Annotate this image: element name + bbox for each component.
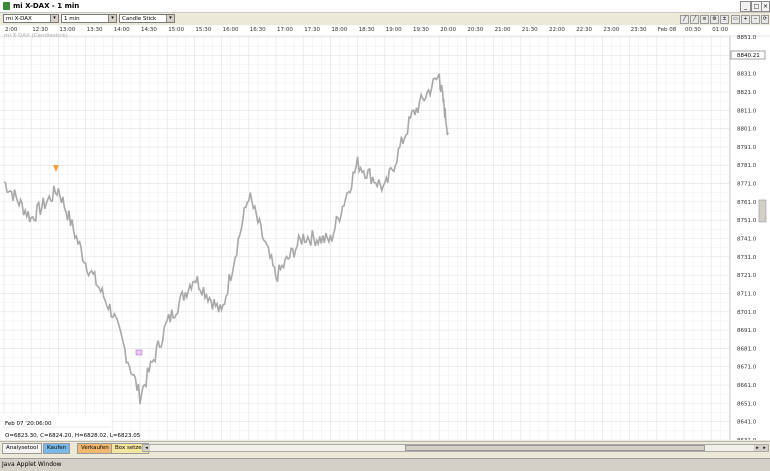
chevron-down-icon[interactable]: ▾: [166, 15, 174, 22]
chevron-down-icon[interactable]: ▾: [50, 15, 58, 22]
time-tick-label: 14:00: [114, 27, 130, 33]
scrollbar-thumb[interactable]: [405, 445, 705, 451]
price-tick-label: 8781.0: [737, 163, 757, 169]
price-tick-label: 8681.0: [737, 346, 757, 352]
close-button[interactable]: ×: [761, 1, 770, 12]
minimize-button[interactable]: _: [740, 1, 751, 12]
time-tick-label: 16:30: [250, 27, 266, 33]
java-status-bar: Java Applet Window: [0, 458, 770, 471]
print-icon[interactable]: ▭: [731, 15, 740, 24]
price-tick-label: 8631.0: [737, 438, 757, 440]
bottom-bar: Analysetool Kaufen Verkaufen Box setzen …: [0, 441, 770, 454]
price-scrollbar[interactable]: [758, 199, 767, 223]
time-tick-label: 18:00: [331, 27, 347, 33]
sell-button[interactable]: Verkaufen: [77, 443, 113, 454]
interval-value: 1 min: [64, 16, 80, 22]
price-tick-label: 8811.0: [737, 108, 757, 114]
time-tick-label: Feb 08: [658, 27, 677, 33]
price-tick-label: 8791.0: [737, 145, 757, 151]
price-tick-label: 8721.0: [737, 273, 757, 279]
chart-type-select[interactable]: Candle Stick (Kerzen ▾: [119, 14, 175, 31]
price-tick-label: 8641.0: [737, 420, 757, 426]
last-price-label: 8840.21: [737, 53, 760, 59]
chart-area[interactable]: 2:00 12:30 13:00 13:30 14:00 14:30 15:00 15:30 1…: [0, 25, 770, 444]
instrument-select[interactable]: mi X-DAX ▾: [3, 14, 59, 23]
price-tick-label: 8761.0: [737, 200, 757, 206]
scroll-right-icon[interactable]: ▸: [754, 445, 761, 451]
time-tick-label: 18:30: [359, 27, 375, 33]
instrument-value: mi X-DAX: [6, 16, 32, 22]
chevron-down-icon[interactable]: ▾: [108, 15, 116, 22]
price-tick-label: 8661.0: [737, 383, 757, 389]
price-axis-background: [730, 25, 770, 440]
time-tick-label: 13:30: [87, 27, 103, 33]
buy-button[interactable]: Kaufen: [43, 443, 71, 454]
time-tick-label: 17:30: [304, 27, 320, 33]
price-tick-label: 8821.0: [737, 90, 757, 96]
time-tick-label: 19:30: [413, 27, 429, 33]
time-tick-label: 19:00: [386, 27, 402, 33]
time-tick-label: 21:30: [522, 27, 538, 33]
price-tick-label: 8701.0: [737, 310, 757, 316]
time-tick-label: 23:30: [631, 27, 647, 33]
indicator-icon[interactable]: ≡: [700, 15, 709, 24]
horizontal-scrollbar[interactable]: ◂ ▸ ▸: [142, 444, 769, 452]
info-date: Feb 07 '20:06:00: [5, 421, 52, 427]
window-title: mi X-DAX - 1 min: [13, 2, 80, 10]
zoom-icon[interactable]: ±: [720, 15, 729, 24]
refresh-icon[interactable]: ⟳: [761, 15, 769, 24]
series-label: mi X-DAX (Candlestick): [4, 33, 68, 39]
price-tick-label: 8751.0: [737, 218, 757, 224]
analysis-tool-tab[interactable]: Analysetool: [2, 443, 43, 454]
time-tick-label: 15:30: [195, 27, 211, 33]
price-tick-label: 8711.0: [737, 291, 757, 297]
zoom-in-icon[interactable]: +: [741, 15, 750, 24]
marker-box: [135, 349, 143, 356]
time-tick-label: 22:30: [576, 27, 592, 33]
draw-line-icon[interactable]: ╱: [680, 15, 689, 24]
price-tick-label: 8741.0: [737, 237, 757, 243]
time-tick-label: 16:00: [223, 27, 239, 33]
interval-select[interactable]: 1 min ▾: [61, 14, 117, 23]
price-chart[interactable]: 2:00 12:30 13:00 13:30 14:00 14:30 15:00 15:30 1…: [0, 25, 770, 444]
title-bar: mi X-DAX - 1 min _ □ ×: [0, 0, 770, 13]
time-tick-label: 00:30: [685, 27, 701, 33]
time-tick-label: 14:30: [141, 27, 157, 33]
time-tick-label: 15:00: [168, 27, 184, 33]
time-tick-label: 23:00: [603, 27, 619, 33]
time-tick-label: 22:00: [549, 27, 565, 33]
price-tick-label: 8671.0: [737, 365, 757, 371]
price-tick-label: 8851.0: [737, 35, 757, 41]
time-tick-label: 01:00: [712, 27, 728, 33]
time-tick-label: 21:00: [495, 27, 511, 33]
price-tick-label: 8801.0: [737, 127, 757, 133]
scroll-left-icon[interactable]: ◂: [143, 445, 150, 451]
time-tick-label: 17:00: [277, 27, 293, 33]
price-tick-label: 8651.0: [737, 401, 757, 407]
price-tick-label: 8831.0: [737, 72, 757, 78]
time-tick-label: 20:30: [467, 27, 483, 33]
price-tick-label: 8731.0: [737, 255, 757, 261]
zoom-out-icon[interactable]: −: [751, 15, 760, 24]
price-tick-label: 8691.0: [737, 328, 757, 334]
time-tick-label: 20:00: [440, 27, 456, 33]
draw-trend-icon[interactable]: ╱: [690, 15, 699, 24]
scroll-end-icon[interactable]: ▸: [761, 445, 768, 451]
settings-icon[interactable]: ⚙: [710, 15, 719, 24]
app-icon: [3, 2, 10, 10]
price-tick-label: 8771.0: [737, 182, 757, 188]
java-status-text: Java Applet Window: [2, 461, 62, 468]
info-ohlc: O=6823.30, C=6824.20, H=6828.02, L=6823.…: [5, 433, 141, 439]
